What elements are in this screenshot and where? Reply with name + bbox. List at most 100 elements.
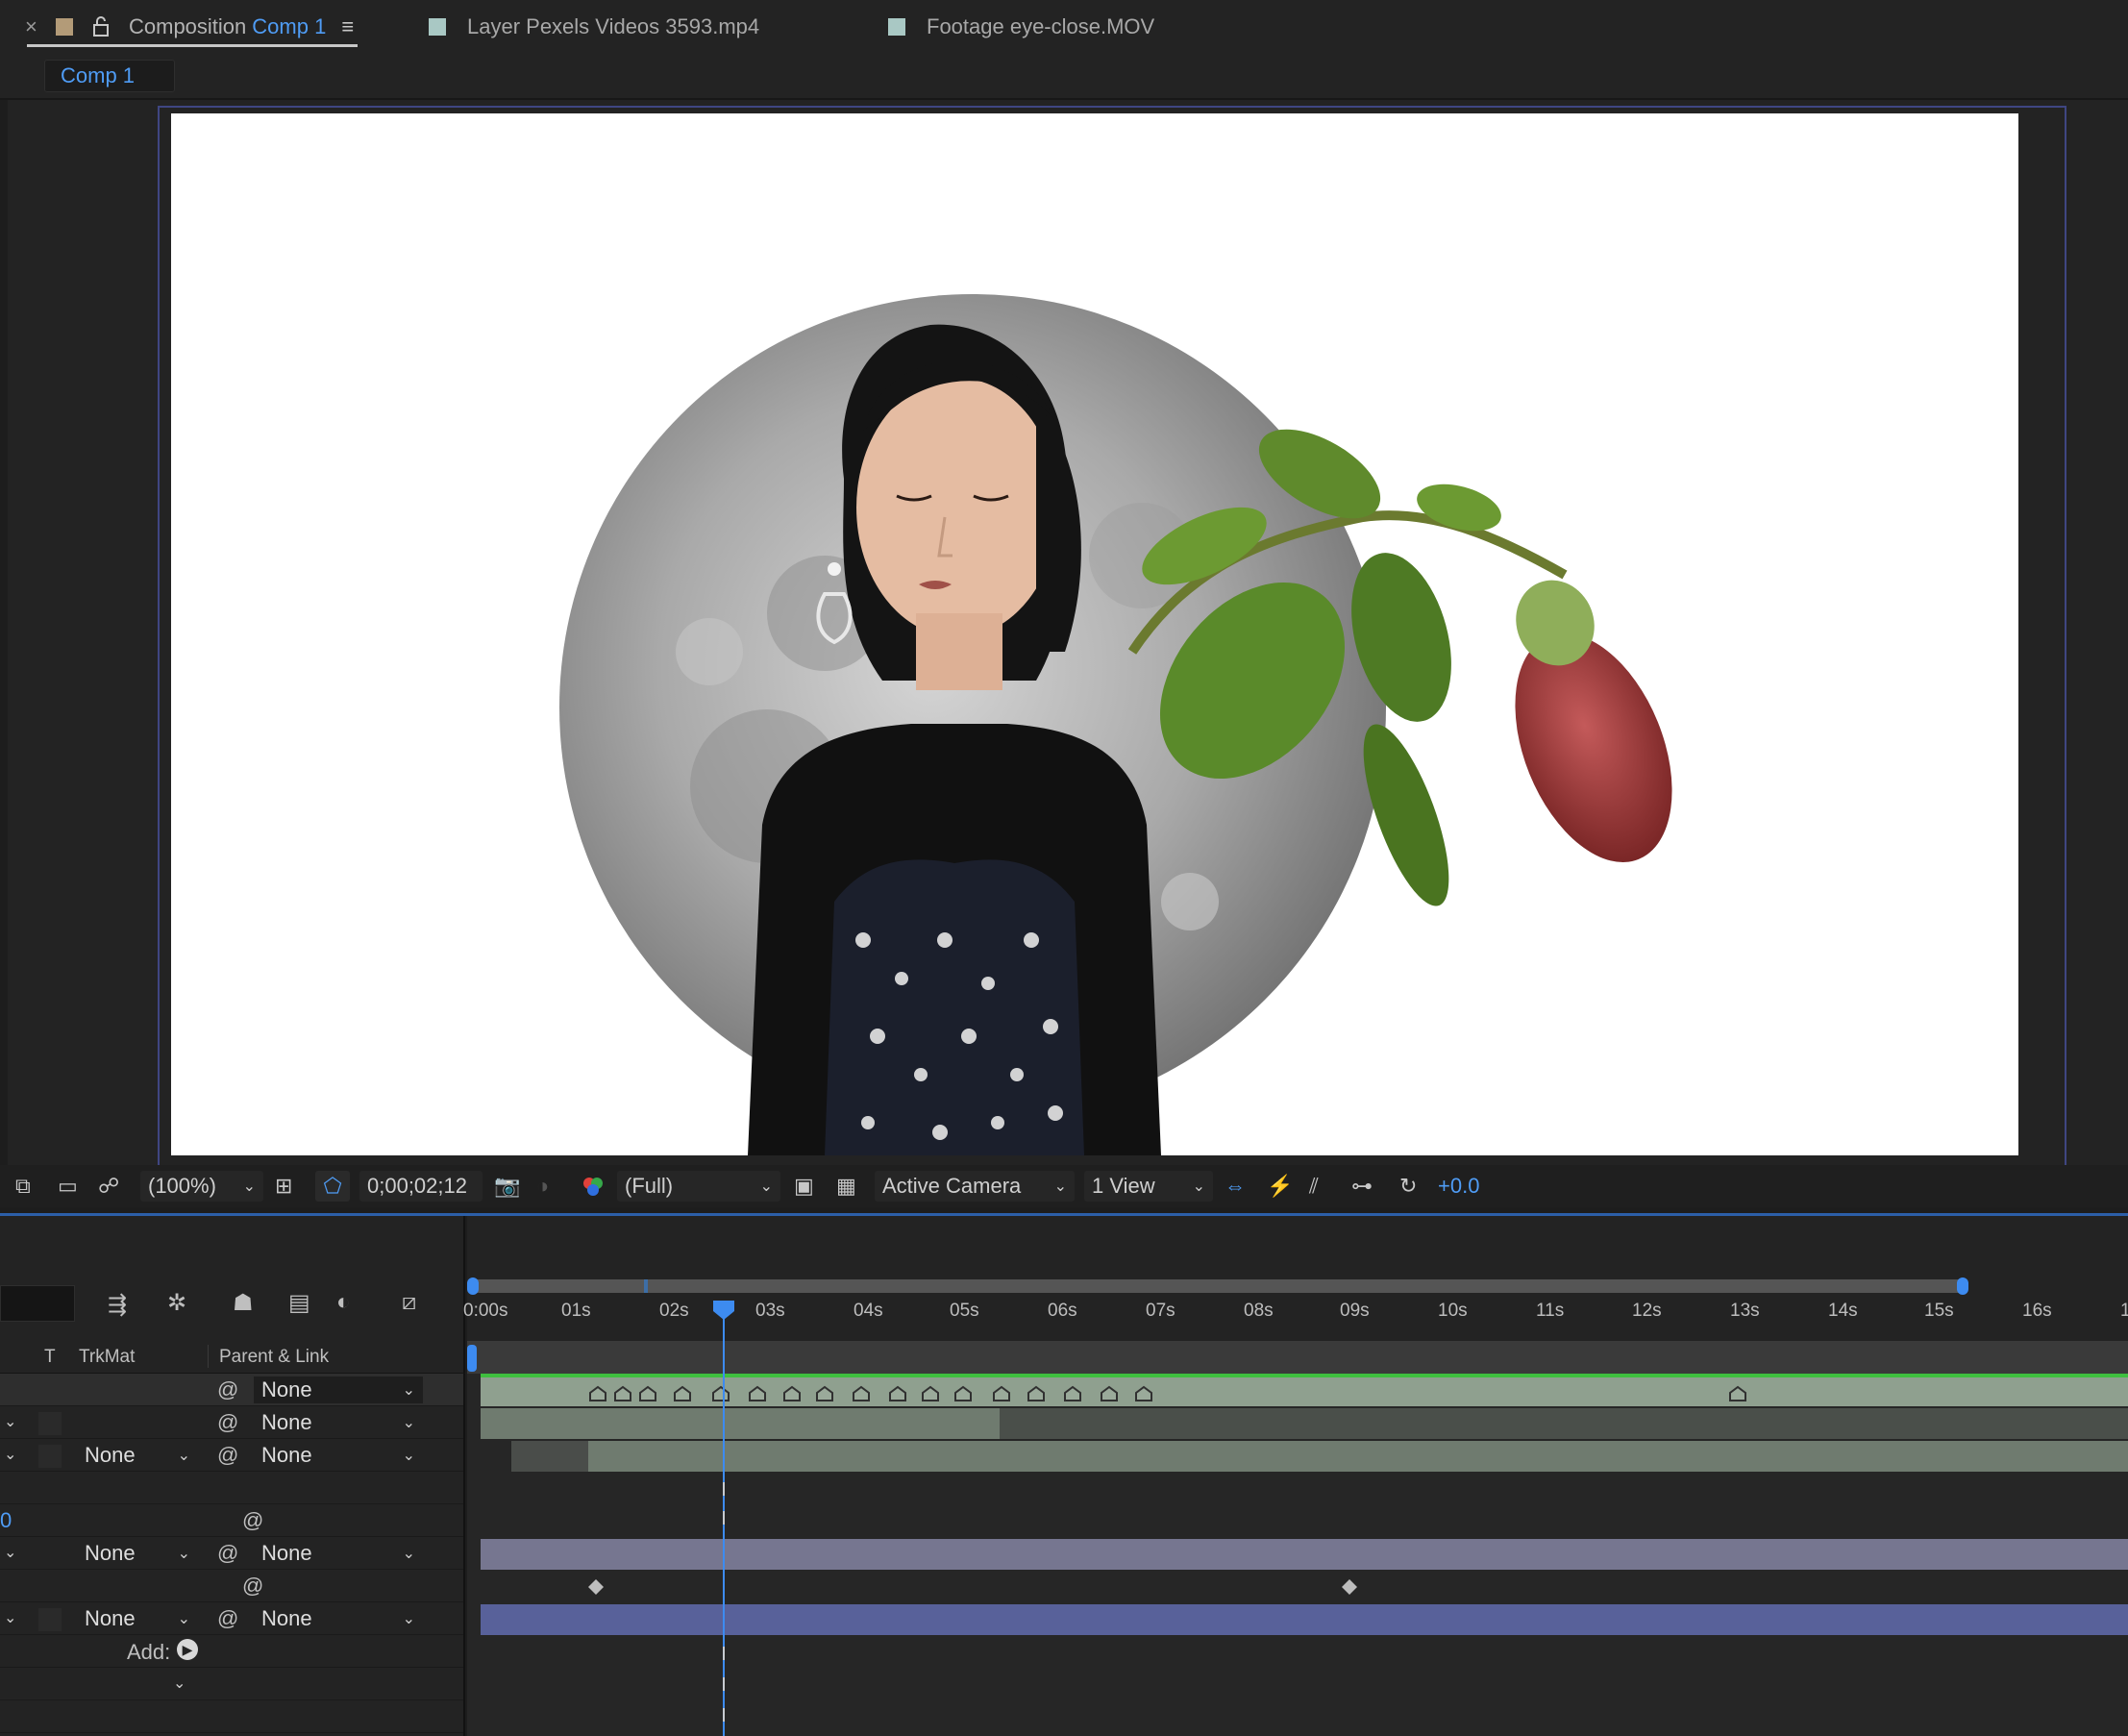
mask-visibility-icon[interactable]: ⬠ bbox=[315, 1171, 350, 1202]
layer-row[interactable]: ⌄ None ⌄ @ None ⌄ bbox=[0, 1537, 463, 1570]
lock-icon[interactable] bbox=[92, 10, 110, 44]
track-matte-toggle[interactable] bbox=[38, 1412, 62, 1435]
panel-menu-icon[interactable]: ≡ bbox=[341, 14, 354, 39]
pick-whip-icon[interactable]: @ bbox=[242, 1574, 263, 1599]
trkmat-dropdown[interactable]: None ⌄ bbox=[77, 1605, 198, 1632]
pick-whip-icon[interactable]: @ bbox=[217, 1410, 238, 1435]
parent-dropdown[interactable]: None ⌄ bbox=[254, 1605, 423, 1632]
toggle-pixel-aspect-icon[interactable]: ⇔ bbox=[1225, 1171, 1246, 1202]
property-row[interactable]: 0 @ bbox=[0, 1504, 463, 1537]
frame-blending-icon[interactable]: ▤ bbox=[288, 1289, 310, 1317]
time-ruler-band[interactable] bbox=[467, 1341, 2128, 1374]
layer-row[interactable]: ⌄ None ⌄ @ None ⌄ bbox=[0, 1602, 463, 1635]
pick-whip-icon[interactable]: @ bbox=[217, 1377, 238, 1402]
close-icon[interactable]: × bbox=[25, 14, 37, 39]
tab-composition[interactable]: Composition Comp 1 ≡ bbox=[129, 10, 354, 44]
comp-start-marker[interactable] bbox=[467, 1345, 477, 1372]
breadcrumb[interactable]: Comp 1 bbox=[44, 60, 175, 92]
track-matte-toggle[interactable] bbox=[38, 1445, 62, 1468]
work-area-start-handle[interactable] bbox=[467, 1277, 479, 1295]
ruler-tick: 08s bbox=[1244, 1301, 1274, 1321]
close-tab-button[interactable]: × bbox=[25, 10, 37, 44]
parent-dropdown[interactable]: None ⌄ bbox=[254, 1376, 423, 1403]
layer-bar-3b[interactable] bbox=[588, 1441, 2128, 1472]
composition-canvas[interactable] bbox=[171, 113, 2018, 1155]
layer-row[interactable]: ⌄ None ⌄ @ None ⌄ bbox=[0, 1439, 463, 1472]
chevron-down-icon[interactable]: ⌄ bbox=[4, 1445, 16, 1464]
breadcrumb-comp[interactable]: Comp 1 bbox=[61, 63, 135, 88]
add-label: Add: bbox=[127, 1640, 171, 1664]
layer-row[interactable]: ⌄ @ None ⌄ bbox=[0, 1406, 463, 1439]
ruler-tick: 11s bbox=[1536, 1301, 1565, 1321]
resolution-dropdown[interactable]: (Full) ⌄ bbox=[617, 1171, 780, 1202]
shy-layers-icon[interactable]: ☗ bbox=[233, 1289, 254, 1317]
tab-footage[interactable]: Footage eye-close.MOV bbox=[888, 10, 1154, 44]
show-snapshot-icon[interactable]: ◑ bbox=[536, 1171, 549, 1202]
monitor-icon[interactable]: ▭ bbox=[58, 1171, 78, 1202]
search-input[interactable] bbox=[0, 1285, 75, 1322]
column-trkmat[interactable]: TrkMat bbox=[79, 1347, 135, 1368]
exposure-text[interactable]: +0.0 bbox=[1438, 1174, 1479, 1199]
chevron-down-icon: ⌄ bbox=[402, 1382, 415, 1399]
pick-whip-icon[interactable]: @ bbox=[217, 1443, 238, 1468]
timeline-tracks[interactable]: 0:00s 01s 02s 03s 04s 05s 06s 07s 08s 09… bbox=[463, 1216, 2128, 1736]
keyframes-row-2[interactable] bbox=[467, 1575, 2128, 1599]
ruler-tick: 0:00s bbox=[463, 1301, 508, 1321]
layer-bar-4[interactable] bbox=[481, 1539, 2128, 1570]
channel-rgb-icon[interactable] bbox=[581, 1171, 606, 1202]
chevron-down-icon[interactable]: ⌄ bbox=[4, 1412, 16, 1431]
parent-dropdown[interactable]: None ⌄ bbox=[254, 1442, 423, 1469]
draft-3d-icon[interactable]: ✲ bbox=[167, 1289, 186, 1317]
chevron-down-icon[interactable]: ⌄ bbox=[173, 1674, 186, 1693]
layer-bar-2a[interactable] bbox=[481, 1408, 1000, 1439]
camera-dropdown[interactable]: Active Camera ⌄ bbox=[875, 1171, 1075, 1202]
property-row[interactable]: @ bbox=[0, 1570, 463, 1602]
grid-guides-icon[interactable]: ⊞ bbox=[275, 1171, 292, 1202]
property-row[interactable]: ⌄ bbox=[0, 1668, 463, 1700]
column-parent[interactable]: Parent & Link bbox=[219, 1347, 329, 1368]
parent-dropdown[interactable]: None ⌄ bbox=[254, 1409, 423, 1436]
exposure-value[interactable]: +0.0 bbox=[1438, 1171, 1479, 1202]
trkmat-dropdown[interactable]: None ⌄ bbox=[77, 1442, 198, 1469]
graph-editor-icon[interactable]: ⧄ bbox=[402, 1289, 416, 1316]
composition-viewer[interactable] bbox=[8, 100, 2128, 1165]
current-time-display[interactable]: 0;00;02;12 bbox=[359, 1171, 483, 1202]
transparency-grid-icon[interactable]: ▦ bbox=[836, 1171, 856, 1202]
property-row[interactable] bbox=[0, 1472, 463, 1504]
layer-bar-5[interactable] bbox=[481, 1604, 2128, 1635]
column-t[interactable]: T bbox=[44, 1347, 56, 1368]
pick-whip-icon[interactable]: @ bbox=[217, 1541, 238, 1566]
flowchart-icon[interactable]: ⊶ bbox=[1351, 1171, 1373, 1202]
layer-swatch-icon bbox=[429, 18, 446, 36]
chevron-down-icon[interactable]: ⌄ bbox=[4, 1608, 16, 1627]
composition-mini-flowchart-icon[interactable]: ⇶ bbox=[108, 1291, 127, 1319]
layer-bar-3a[interactable] bbox=[511, 1441, 588, 1472]
add-property-row[interactable]: Add: ▶ bbox=[0, 1635, 463, 1668]
timeline-icon[interactable]: ⫽ bbox=[1309, 1171, 1319, 1202]
camera-snapshot-icon[interactable]: 📷 bbox=[494, 1171, 520, 1202]
pick-whip-icon[interactable]: @ bbox=[217, 1606, 238, 1631]
zoom-dropdown[interactable]: (100%) ⌄ bbox=[140, 1171, 263, 1202]
current-time-indicator-head[interactable] bbox=[713, 1301, 734, 1320]
chevron-down-icon[interactable]: ⌄ bbox=[4, 1543, 16, 1562]
layer-bar-2b[interactable] bbox=[1000, 1408, 2128, 1439]
layer-row[interactable]: @ None ⌄ bbox=[0, 1374, 463, 1406]
work-area-end-handle[interactable] bbox=[1957, 1277, 1968, 1295]
pick-whip-icon[interactable]: @ bbox=[242, 1508, 263, 1533]
trkmat-dropdown[interactable]: None ⌄ bbox=[77, 1540, 198, 1567]
ruler-tick: 03s bbox=[755, 1301, 785, 1321]
parent-dropdown[interactable]: None ⌄ bbox=[254, 1540, 423, 1567]
tab-layer[interactable]: Layer Pexels Videos 3593.mp4 bbox=[429, 10, 759, 44]
work-area-bar[interactable] bbox=[471, 1279, 1963, 1293]
mask-view-icon[interactable]: ☍ bbox=[98, 1171, 119, 1202]
property-value[interactable]: 0 bbox=[0, 1508, 12, 1533]
motion-blur-icon[interactable]: ◐ bbox=[336, 1289, 351, 1316]
region-of-interest-icon[interactable]: ▣ bbox=[794, 1171, 814, 1202]
always-preview-icon[interactable]: ⧉ bbox=[15, 1171, 31, 1202]
add-menu-icon[interactable]: ▶ bbox=[177, 1639, 198, 1660]
keyframes-row-1[interactable] bbox=[467, 1381, 2128, 1404]
track-matte-toggle[interactable] bbox=[38, 1608, 62, 1631]
fast-previews-icon[interactable]: ⚡ bbox=[1267, 1171, 1293, 1202]
reset-exposure-icon[interactable]: ↻ bbox=[1399, 1171, 1417, 1202]
view-layout-dropdown[interactable]: 1 View ⌄ bbox=[1084, 1171, 1213, 1202]
